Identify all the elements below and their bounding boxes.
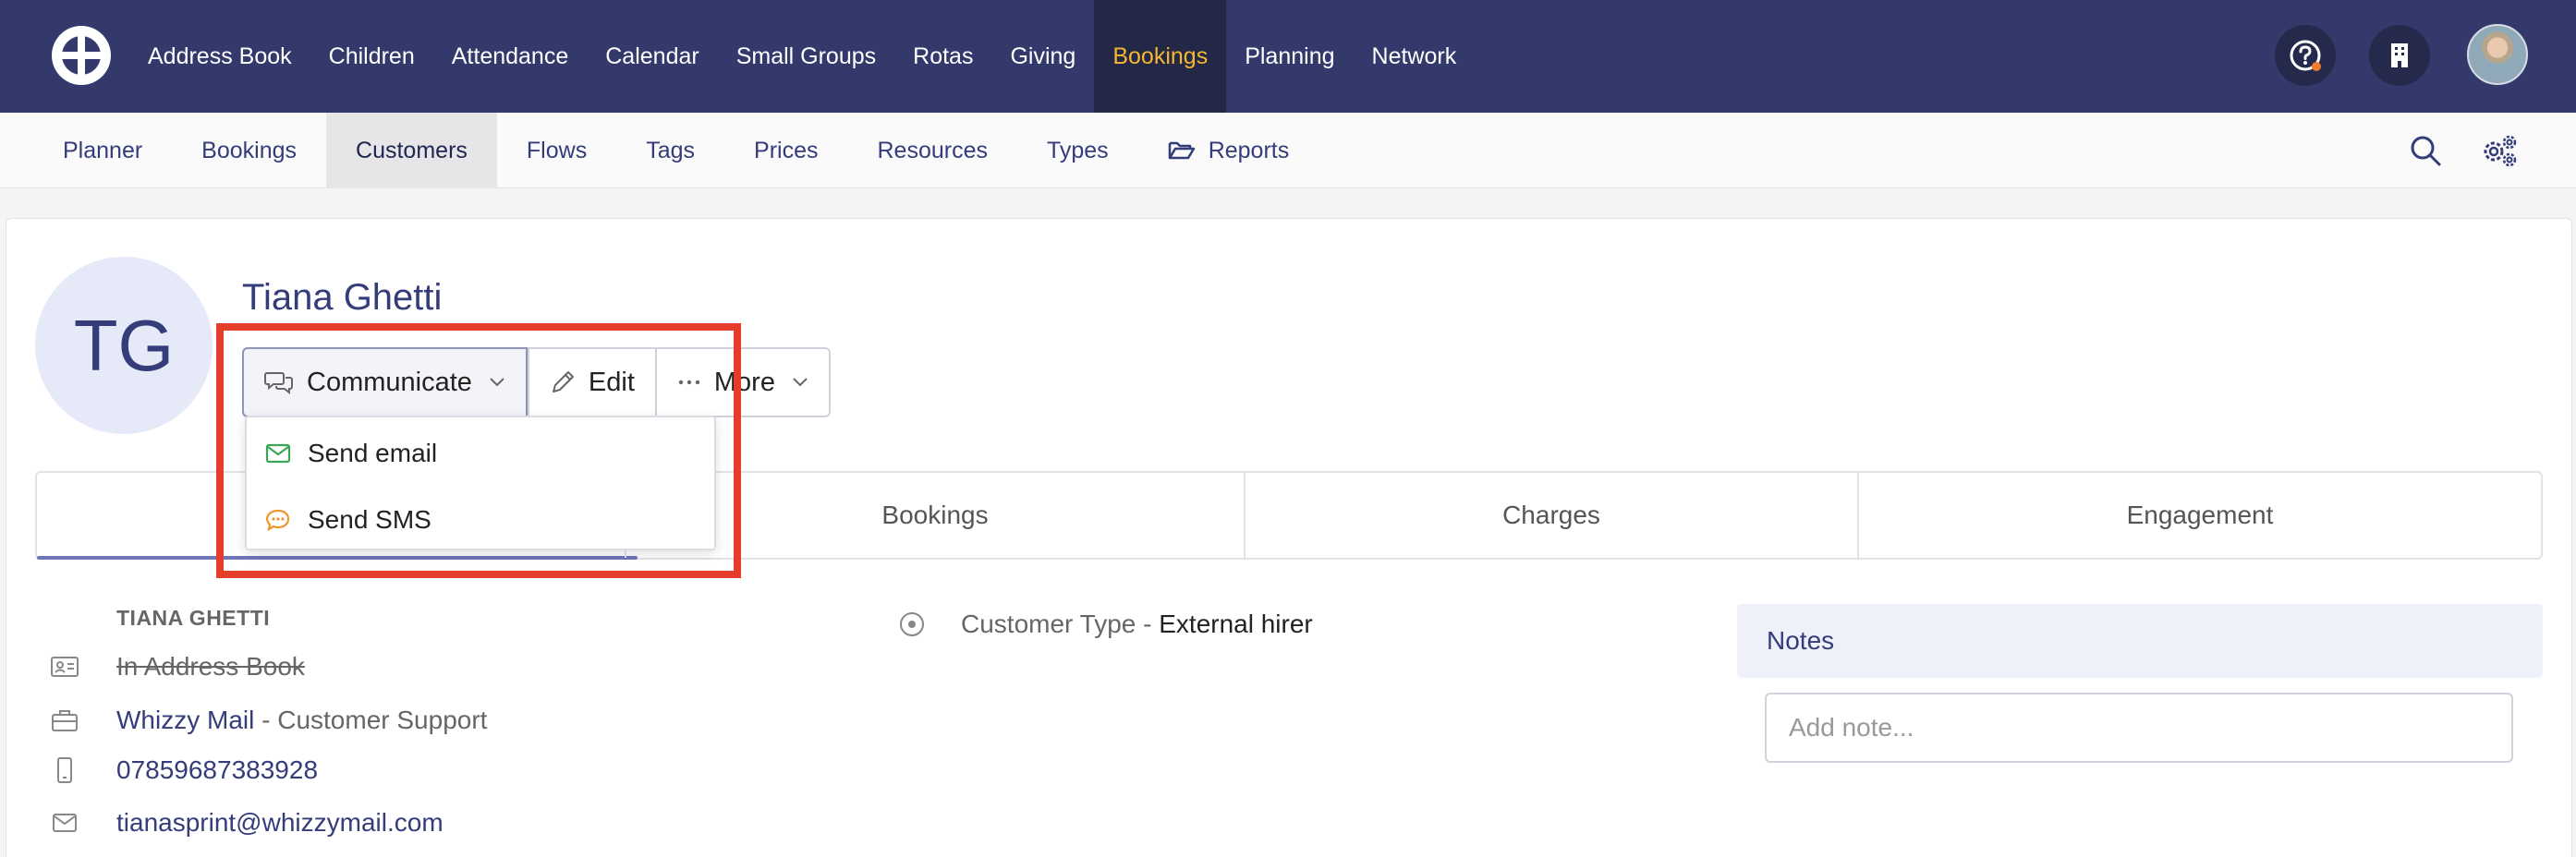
organisation-button[interactable] [2369,25,2430,86]
customer-avatar: TG [35,257,213,434]
subnav-flows[interactable]: Flows [497,113,616,188]
nav-bookings[interactable]: Bookings [1094,0,1227,113]
customer-type-row: Customer Type - External hirer [898,606,1313,643]
nav-attendance[interactable]: Attendance [433,0,588,113]
details-heading: TIANA GHETTI [116,606,271,630]
organisation-row: Whizzy Mail - Customer Support [46,702,487,739]
chevron-down-icon [793,378,808,387]
help-button[interactable] [2275,25,2336,86]
bookings-submenu: Planner Bookings Customers Flows Tags Pr… [33,113,1318,188]
search-button[interactable] [2404,129,2447,172]
nav-rotas[interactable]: Rotas [894,0,991,113]
nav-giving[interactable]: Giving [991,0,1094,113]
church-logo-icon[interactable] [48,22,115,89]
help-icon [2290,40,2321,71]
customer-role: Customer Support [277,706,488,734]
nav-network[interactable]: Network [1354,0,1476,113]
mobile-phone-icon [57,757,72,783]
envelope-icon [53,814,77,832]
email-row: tianasprint@whizzymail.com [46,804,444,841]
tab-charges[interactable]: Charges [1244,473,1857,558]
nav-address-book[interactable]: Address Book [129,0,310,113]
subnav-prices[interactable]: Prices [724,113,847,188]
highlight-box [216,323,741,578]
add-note-input[interactable] [1765,693,2513,763]
notes-panel: Notes [1737,604,2543,678]
folder-open-icon [1168,141,1195,160]
subnav-tags[interactable]: Tags [616,113,724,188]
tab-engagement[interactable]: Engagement [1857,473,2541,558]
phone-row: 07859687383928 [46,752,318,789]
address-book-row: In Address Book [46,648,305,685]
role-separator: - [254,706,278,734]
address-book-status: In Address Book [116,652,305,681]
nav-small-groups[interactable]: Small Groups [718,0,894,113]
subnav-customers[interactable]: Customers [326,113,497,188]
user-avatar[interactable] [2467,24,2528,85]
customer-name: Tiana Ghetti [242,277,443,318]
top-navigation: Address Book Children Attendance Calenda… [0,0,2576,113]
nav-calendar[interactable]: Calendar [587,0,717,113]
search-icon [2411,136,2441,166]
subnav-planner[interactable]: Planner [33,113,172,188]
nav-children[interactable]: Children [310,0,433,113]
customer-type-value: External hirer [1159,610,1313,638]
gears-icon [2484,135,2517,167]
email-link[interactable]: tianasprint@whizzymail.com [116,808,444,838]
organisation-link[interactable]: Whizzy Mail [116,706,254,735]
subnav-bookings[interactable]: Bookings [172,113,326,188]
subnav-resources[interactable]: Resources [847,113,1017,188]
nav-planning[interactable]: Planning [1226,0,1353,113]
id-card-icon [51,657,79,677]
main-menu: Address Book Children Attendance Calenda… [129,0,1475,113]
building-icon [2391,43,2408,67]
phone-link[interactable]: 07859687383928 [116,755,318,785]
subnav-reports[interactable]: Reports [1138,113,1319,188]
target-icon [900,612,924,636]
briefcase-icon [52,710,78,731]
subnav-types[interactable]: Types [1017,113,1138,188]
sub-navigation: Planner Bookings Customers Flows Tags Pr… [0,113,2576,188]
customer-type-label: Customer Type - [961,610,1160,638]
notes-title: Notes [1767,626,1835,655]
subnav-reports-label: Reports [1208,137,1290,163]
settings-button[interactable] [2478,129,2521,172]
